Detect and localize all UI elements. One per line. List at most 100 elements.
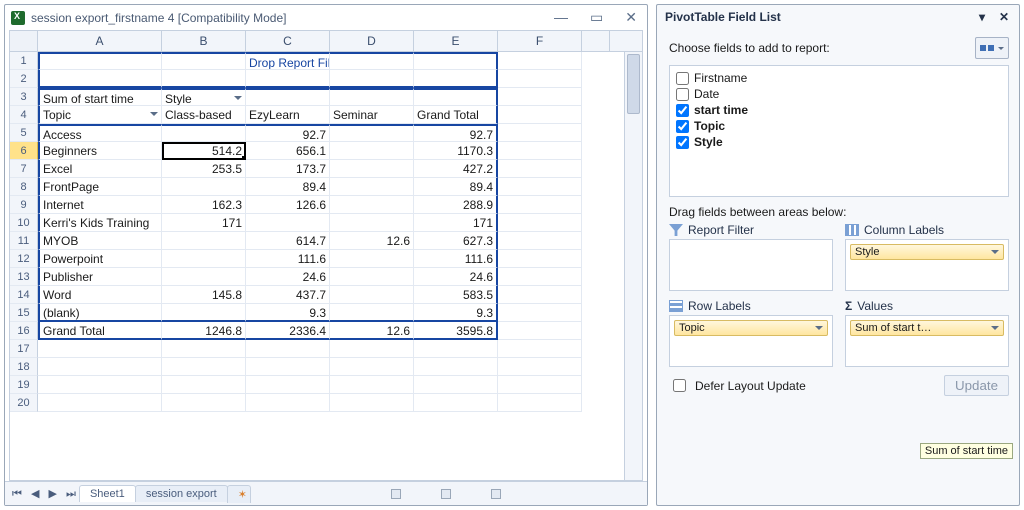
row-header[interactable]: 5 <box>10 124 38 142</box>
col-header[interactable]: B <box>162 31 246 51</box>
select-all-corner[interactable] <box>10 31 38 51</box>
sum-of-start-time-label[interactable]: Sum of start time <box>38 88 162 106</box>
defer-layout-checkbox[interactable] <box>673 379 686 392</box>
chevron-down-icon[interactable]: ▾ <box>975 10 989 24</box>
chip-style[interactable]: Style <box>850 244 1004 260</box>
workbook-titlebar: session export_firstname 4 [Compatibilit… <box>5 5 647 30</box>
field-checkbox[interactable] <box>676 88 689 101</box>
field-checkbox[interactable] <box>676 104 689 117</box>
col-header[interactable]: A <box>38 31 162 51</box>
choose-fields-label: Choose fields to add to report: <box>669 41 975 55</box>
panel-titlebar: PivotTable Field List ▾ ✕ <box>657 5 1019 29</box>
report-filter-dropzone[interactable] <box>669 239 833 291</box>
field-checkbox[interactable] <box>676 136 689 149</box>
report-filter-drop-label[interactable]: Drop Report Filter Fields Here <box>246 52 330 70</box>
row-header[interactable]: 16 <box>10 322 38 340</box>
row-header[interactable]: 2 <box>10 70 38 88</box>
zone-values: ΣValues Sum of start t… <box>845 299 1009 367</box>
field-checkbox-list: Firstname Date start time Topic Style <box>669 65 1009 197</box>
workbook-title: session export_firstname 4 [Compatibilit… <box>31 11 286 25</box>
row-labels-dropzone[interactable]: Topic <box>669 315 833 367</box>
close-button[interactable]: ✕ <box>625 9 637 26</box>
row-header[interactable]: 14 <box>10 286 38 304</box>
field-topic[interactable]: Topic <box>674 118 1004 134</box>
chip-sum-start-time[interactable]: Sum of start t… <box>850 320 1004 336</box>
header-grand-total[interactable]: Grand Total <box>414 106 498 124</box>
rows-icon <box>669 300 683 312</box>
row-header[interactable]: 7 <box>10 160 38 178</box>
layout-options-button[interactable] <box>975 37 1009 59</box>
defer-layout-label: Defer Layout Update <box>695 379 806 393</box>
row-header[interactable]: 15 <box>10 304 38 322</box>
report-filter-drop[interactable] <box>38 52 162 70</box>
sheet-tab-sheet1[interactable]: Sheet1 <box>79 485 136 502</box>
zone-report-filter: Report Filter <box>669 223 833 291</box>
maximize-button[interactable]: ▭ <box>590 9 603 26</box>
row-header[interactable]: 9 <box>10 196 38 214</box>
panel-title: PivotTable Field List <box>665 10 975 24</box>
grid-body[interactable]: 1 Drop Report Filter Fields Here 2 <box>10 52 642 480</box>
col-header[interactable]: F <box>498 31 582 51</box>
row-header[interactable]: 8 <box>10 178 38 196</box>
tab-prev-icon[interactable]: ◀ <box>28 488 42 500</box>
row-header[interactable]: 11 <box>10 232 38 250</box>
tooltip-sum-start-time: Sum of start time <box>920 443 1013 459</box>
tab-nav-buttons: ⏮ ◀ ▶ ⏭ <box>9 487 79 501</box>
drag-fields-label: Drag fields between areas below: <box>669 205 1009 219</box>
row-header[interactable]: 1 <box>10 52 38 70</box>
topic-dropdown[interactable]: Topic <box>38 106 162 124</box>
minimize-button[interactable]: — <box>554 9 568 26</box>
horizontal-scrollbar[interactable] <box>250 489 643 499</box>
tab-last-icon[interactable]: ⏭ <box>63 488 79 500</box>
values-dropzone[interactable]: Sum of start t… <box>845 315 1009 367</box>
field-start-time[interactable]: start time <box>674 102 1004 118</box>
zone-column-labels: Column Labels Style <box>845 223 1009 291</box>
grand-total-label[interactable]: Grand Total <box>38 322 162 340</box>
sheet-tab-session-export[interactable]: session export <box>135 485 228 502</box>
hscroll-right-icon[interactable] <box>491 489 501 499</box>
col-header[interactable]: D <box>330 31 414 51</box>
new-sheet-button[interactable]: ✶ <box>227 485 251 503</box>
column-labels-dropzone[interactable]: Style <box>845 239 1009 291</box>
workbook-window: session export_firstname 4 [Compatibilit… <box>4 4 648 506</box>
excel-icon <box>11 11 25 25</box>
field-checkbox[interactable] <box>676 72 689 85</box>
filter-icon <box>669 224 683 236</box>
header-class-based[interactable]: Class-based <box>162 106 246 124</box>
active-cell[interactable]: 514.2 <box>162 142 246 160</box>
topic-cell[interactable]: Beginners <box>38 142 162 160</box>
hscroll-left-icon[interactable] <box>391 489 401 499</box>
sigma-icon: Σ <box>845 299 852 313</box>
field-firstname[interactable]: Firstname <box>674 70 1004 86</box>
row-header[interactable]: 12 <box>10 250 38 268</box>
chip-topic[interactable]: Topic <box>674 320 828 336</box>
pivot-field-list-panel: PivotTable Field List ▾ ✕ Choose fields … <box>656 4 1020 506</box>
field-date[interactable]: Date <box>674 86 1004 102</box>
row-header[interactable]: 3 <box>10 88 38 106</box>
header-ezylearn[interactable]: EzyLearn <box>246 106 330 124</box>
header-seminar[interactable]: Seminar <box>330 106 414 124</box>
column-headers: A B C D E F <box>10 31 642 52</box>
close-icon[interactable]: ✕ <box>997 10 1011 24</box>
columns-icon <box>845 224 859 236</box>
tab-first-icon[interactable]: ⏮ <box>9 488 25 500</box>
row-header[interactable]: 6 <box>10 142 38 160</box>
scrollbar-thumb[interactable] <box>627 54 640 114</box>
row-header[interactable]: 13 <box>10 268 38 286</box>
field-checkbox[interactable] <box>676 120 689 133</box>
update-button[interactable]: Update <box>944 375 1009 396</box>
topic-cell[interactable]: Access <box>38 124 162 142</box>
col-header[interactable]: E <box>414 31 498 51</box>
window-controls: — ▭ ✕ <box>554 9 641 26</box>
row-header[interactable]: 10 <box>10 214 38 232</box>
tab-next-icon[interactable]: ▶ <box>46 488 60 500</box>
style-dropdown[interactable]: Style <box>162 88 246 106</box>
row-header[interactable]: 4 <box>10 106 38 124</box>
sheet-tab-bar: ⏮ ◀ ▶ ⏭ Sheet1 session export ✶ <box>5 481 647 505</box>
col-header[interactable]: C <box>246 31 330 51</box>
col-header-gutter <box>582 31 610 51</box>
vertical-scrollbar[interactable] <box>624 52 642 480</box>
field-style[interactable]: Style <box>674 134 1004 150</box>
hscroll-thumb[interactable] <box>441 489 451 499</box>
layout-icon <box>980 45 986 51</box>
